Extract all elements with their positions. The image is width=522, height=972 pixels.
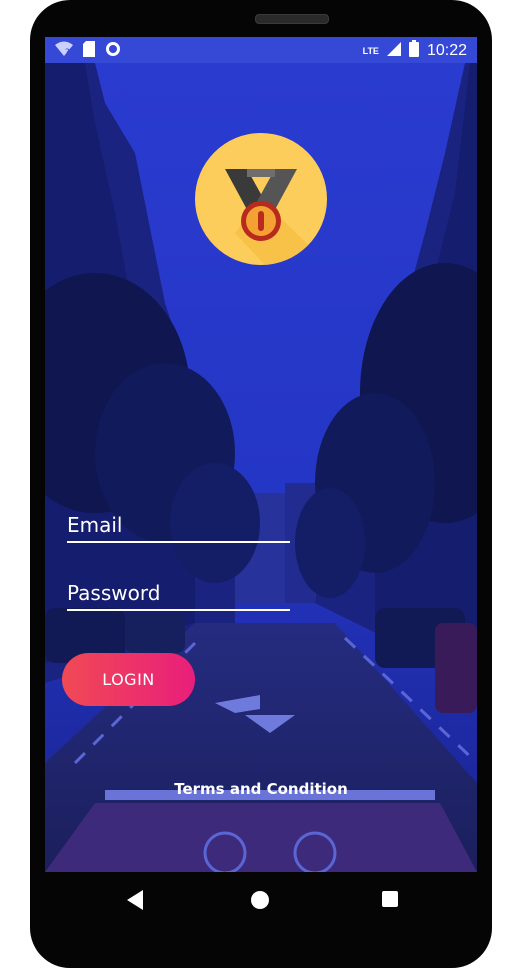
phone-speaker (255, 14, 329, 24)
email-label: Email (67, 513, 123, 537)
navigation-bar (45, 872, 477, 926)
terms-link[interactable]: Terms and Condition (45, 780, 477, 798)
app-screen: ? LTE 10:22 Email Password LOGIN Terms a… (45, 37, 477, 872)
lte-label: LTE (362, 45, 379, 56)
status-bar: ? LTE 10:22 (45, 37, 477, 63)
medal-icon (195, 133, 327, 265)
signal-icon (386, 41, 401, 60)
home-icon[interactable] (251, 891, 269, 909)
password-underline (67, 609, 290, 611)
circle-icon (105, 41, 121, 61)
password-label: Password (67, 581, 161, 605)
svg-text:?: ? (65, 48, 70, 57)
status-time: 10:22 (426, 41, 467, 59)
wifi-icon: ? (55, 41, 73, 61)
sd-card-icon (83, 41, 95, 61)
password-field[interactable]: Password (67, 581, 290, 611)
email-underline (67, 541, 290, 543)
email-field[interactable]: Email (67, 513, 290, 543)
login-button[interactable]: LOGIN (62, 653, 195, 706)
battery-icon (408, 40, 419, 61)
recent-apps-icon[interactable] (382, 891, 398, 907)
back-icon[interactable] (127, 890, 145, 915)
